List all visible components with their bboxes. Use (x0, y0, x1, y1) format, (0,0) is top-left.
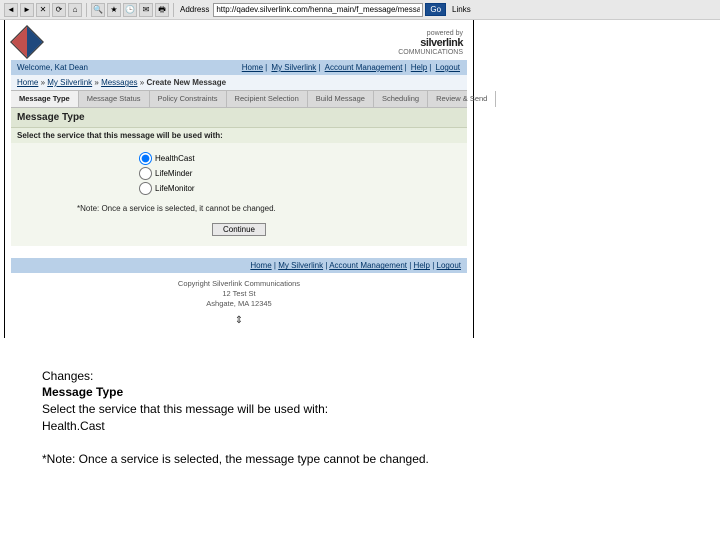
nav-account-management[interactable]: Account Management (325, 63, 403, 72)
radio-healthcast-label: HealthCast (155, 154, 195, 163)
radio-healthcast[interactable]: HealthCast (139, 151, 339, 166)
logo-icon (10, 25, 44, 59)
notes-heading: Changes: (42, 368, 720, 385)
nav-home[interactable]: Home (242, 63, 263, 72)
welcome-bar: Welcome, Kat Dean Home| My Silverlink| A… (11, 60, 467, 75)
copyright: Copyright Silverlink Communications 12 T… (11, 273, 467, 310)
notes-line3: Health.Cast (42, 418, 720, 435)
crumb-current: Create New Message (146, 78, 226, 87)
nav-my-silverlink[interactable]: My Silverlink (271, 63, 316, 72)
stop-icon[interactable]: ✕ (36, 3, 50, 17)
search-icon[interactable]: 🔍 (91, 3, 105, 17)
copyright-line2: 12 Test St (11, 289, 467, 299)
separator (173, 3, 174, 17)
radio-lifeminder[interactable]: LifeMinder (139, 166, 339, 181)
app-window: powered by silverlink COMMUNICATIONS Wel… (4, 20, 474, 338)
welcome-links: Home| My Silverlink| Account Management|… (241, 63, 461, 72)
brand-bar: powered by silverlink COMMUNICATIONS (11, 24, 467, 60)
form-area: HealthCast LifeMinder LifeMonitor *Note:… (11, 143, 467, 246)
radio-lifemonitor[interactable]: LifeMonitor (139, 181, 339, 196)
footer-account-management[interactable]: Account Management (329, 261, 407, 270)
copyright-line3: Ashgate, MA 12345 (11, 299, 467, 309)
tab-policy-constraints[interactable]: Policy Constraints (150, 91, 227, 107)
refresh-icon[interactable]: ⟳ (52, 3, 66, 17)
scroll-icon: ⇕ (11, 311, 467, 330)
footer-logout[interactable]: Logout (437, 261, 461, 270)
history-icon[interactable]: 🕒 (123, 3, 137, 17)
powered-by: powered by silverlink COMMUNICATIONS (398, 30, 463, 56)
section-subtitle: Select the service that this message wil… (11, 128, 467, 143)
radio-lifeminder-input[interactable] (139, 167, 152, 180)
breadcrumb: Home » My Silverlink » Messages » Create… (11, 75, 467, 90)
notes-line2: Select the service that this message wil… (42, 401, 720, 418)
crumb-my-silverlink[interactable]: My Silverlink (47, 78, 92, 87)
home-icon[interactable]: ⌂ (68, 3, 82, 17)
crumb-messages[interactable]: Messages (101, 78, 137, 87)
company-name: silverlink (398, 37, 463, 49)
separator (86, 3, 87, 17)
powered-by-label: powered by (398, 30, 463, 37)
print-icon[interactable]: 🖶 (155, 3, 169, 17)
crumb-home[interactable]: Home (17, 78, 38, 87)
radio-lifeminder-label: LifeMinder (155, 169, 192, 178)
welcome-text: Welcome, Kat Dean (17, 63, 88, 72)
nav-help[interactable]: Help (411, 63, 427, 72)
service-note: *Note: Once a service is selected, it ca… (77, 204, 461, 213)
back-icon[interactable]: ◄ (4, 3, 18, 17)
tab-message-status[interactable]: Message Status (79, 91, 150, 107)
notes-note: *Note: Once a service is selected, the m… (42, 451, 720, 468)
tab-review-send[interactable]: Review & Send (428, 91, 496, 107)
tab-scheduling[interactable]: Scheduling (374, 91, 428, 107)
wizard-tabs: Message Type Message Status Policy Const… (11, 90, 467, 108)
radio-healthcast-input[interactable] (139, 152, 152, 165)
radio-lifemonitor-label: LifeMonitor (155, 184, 195, 193)
company-tagline: COMMUNICATIONS (398, 49, 463, 56)
tab-recipient-selection[interactable]: Recipient Selection (227, 91, 308, 107)
radio-lifemonitor-input[interactable] (139, 182, 152, 195)
favorites-icon[interactable]: ★ (107, 3, 121, 17)
notes-line1: Message Type (42, 384, 720, 401)
footer-my-silverlink[interactable]: My Silverlink (278, 261, 323, 270)
go-button[interactable]: Go (425, 3, 446, 16)
service-radio-group: HealthCast LifeMinder LifeMonitor (139, 151, 339, 196)
section-title: Message Type (11, 108, 467, 128)
forward-icon[interactable]: ► (20, 3, 34, 17)
tab-build-message[interactable]: Build Message (308, 91, 374, 107)
tab-message-type[interactable]: Message Type (11, 91, 79, 107)
footer-home[interactable]: Home (250, 261, 271, 270)
footer-links: Home | My Silverlink | Account Managemen… (11, 258, 467, 273)
footer-help[interactable]: Help (414, 261, 430, 270)
address-input[interactable] (213, 3, 423, 17)
links-label: Links (452, 5, 471, 14)
annotation-block: Changes: Message Type Select the service… (0, 338, 720, 468)
copyright-line1: Copyright Silverlink Communications (11, 279, 467, 289)
continue-button[interactable]: Continue (212, 223, 266, 236)
nav-logout[interactable]: Logout (436, 63, 460, 72)
mail-icon[interactable]: ✉ (139, 3, 153, 17)
browser-toolbar: ◄ ► ✕ ⟳ ⌂ 🔍 ★ 🕒 ✉ 🖶 Address Go Links (0, 0, 720, 20)
address-label: Address (180, 5, 209, 14)
